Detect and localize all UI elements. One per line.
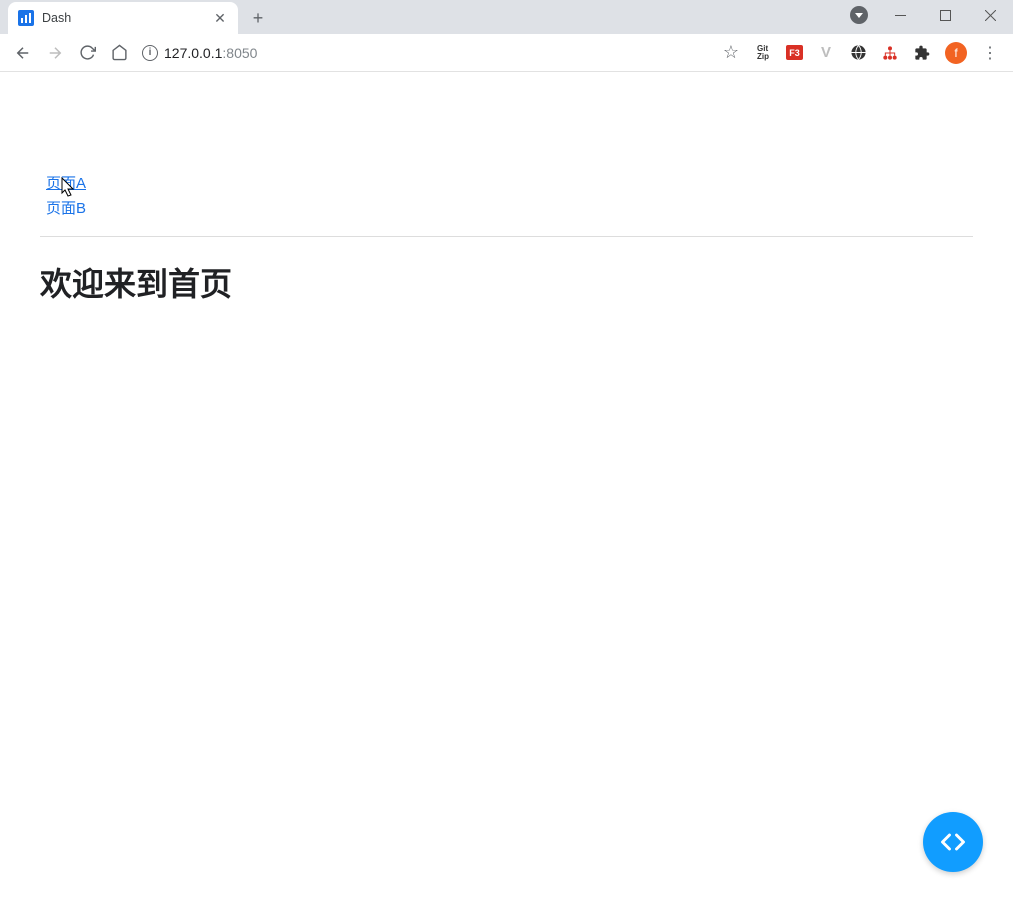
home-button[interactable] xyxy=(104,38,134,68)
site-info-icon[interactable]: i xyxy=(142,45,158,61)
sitemap-extension-icon[interactable] xyxy=(881,44,899,62)
extensions-icon[interactable] xyxy=(913,44,931,62)
dash-devtools-fab[interactable] xyxy=(923,812,983,872)
tab-title: Dash xyxy=(42,11,204,25)
nav-links: 页面A 页面B xyxy=(40,172,973,218)
profile-avatar[interactable]: f xyxy=(945,42,967,64)
titlebar: Dash ✕ + xyxy=(0,0,1013,34)
new-tab-button[interactable]: + xyxy=(244,4,272,32)
divider xyxy=(40,236,973,237)
account-indicator-icon[interactable] xyxy=(850,6,868,24)
close-window-button[interactable] xyxy=(968,0,1013,30)
f3-extension-icon[interactable]: F3 xyxy=(786,45,803,60)
globe-extension-icon[interactable] xyxy=(849,44,867,62)
link-page-a[interactable]: 页面A xyxy=(46,172,86,193)
code-icon xyxy=(939,828,967,856)
link-page-b[interactable]: 页面B xyxy=(46,197,86,218)
back-button[interactable] xyxy=(8,38,38,68)
page-heading: 欢迎来到首页 xyxy=(40,259,973,305)
toolbar-icons: ☆ Git Zip F3 V f ⋮ xyxy=(722,42,1005,64)
url-text: 127.0.0.1:8050 xyxy=(164,45,257,61)
browser-menu-icon[interactable]: ⋮ xyxy=(981,44,999,62)
address-bar: i 127.0.0.1:8050 ☆ Git Zip F3 V f ⋮ xyxy=(0,34,1013,72)
maximize-button[interactable] xyxy=(923,0,968,30)
tab-close-icon[interactable]: ✕ xyxy=(212,10,228,26)
reload-button[interactable] xyxy=(72,38,102,68)
dash-favicon xyxy=(18,10,34,26)
gitzip-extension-icon[interactable]: Git Zip xyxy=(754,44,772,62)
tabs-area: Dash ✕ + xyxy=(0,0,272,34)
forward-button[interactable] xyxy=(40,38,70,68)
minimize-button[interactable] xyxy=(878,0,923,30)
url-field[interactable]: i 127.0.0.1:8050 xyxy=(136,45,720,61)
v-extension-icon[interactable]: V xyxy=(817,44,835,62)
browser-tab[interactable]: Dash ✕ xyxy=(8,2,238,34)
window-controls xyxy=(850,0,1013,34)
page-content: 页面A 页面B 欢迎来到首页 xyxy=(0,72,1013,305)
bookmark-star-icon[interactable]: ☆ xyxy=(722,44,740,62)
